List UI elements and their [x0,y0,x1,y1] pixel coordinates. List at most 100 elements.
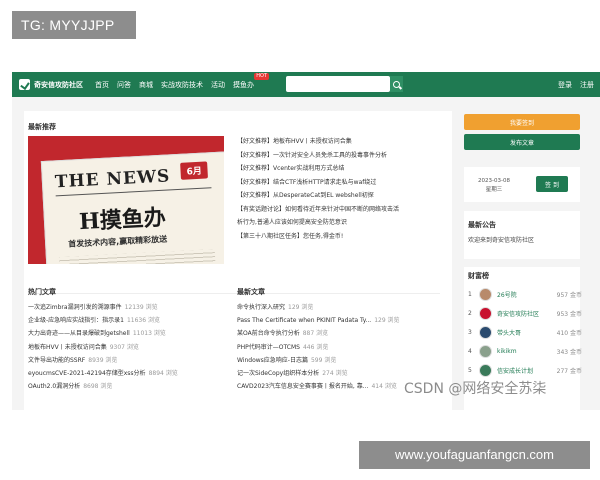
user-name[interactable]: 信安成长计划 [497,366,553,375]
recommend-item[interactable]: 【好文推荐】从DesperateCat到EL webshell初探 [237,189,437,203]
article-title: eyoucmsCVE-2021-42194存储型xss分析 [28,370,146,378]
rank-number: 5 [468,366,472,374]
hot-article-item[interactable]: OAuth2.0漏洞分析 8698 浏览 [28,380,228,393]
article-title: OAuth2.0漏洞分析 [28,383,81,391]
user-avatar[interactable] [479,363,492,377]
recommend-item[interactable]: 【好文推荐】一次针对安全人员免杀工具的投毒事件分析 [237,149,437,163]
new-article-item[interactable]: 某OA前台命令执行分析 887 浏览 [237,327,437,340]
right-sidebar: 我要签到 发布文章 2023-03-08 星期三 签 到 最新公告 欢迎来到奇安… [464,111,594,410]
hot-badge: HOT [254,72,269,80]
wealth-ranking-row[interactable]: 4 kikikm 343 金币 [468,342,582,360]
post-article-button[interactable]: 发布文章 [464,134,580,150]
auth-links: 登录 注册 [550,72,594,97]
recommend-item[interactable]: 【第三十八期社区任务】您任务,得金币! [237,230,437,244]
hot-articles-list: 一次追Zimbra漏洞引发的溯源事件 12139 浏览 企业级-应急响应实战指引：… [28,301,228,393]
view-count: 8939 浏览 [88,356,118,364]
checkin-button[interactable]: 签 到 [536,176,568,192]
user-name[interactable]: kikikm [497,348,553,355]
notice-card: 最新公告 欢迎来到奇安信攻防社区 [464,211,580,259]
logo-icon [19,79,30,90]
article-title: PHP代码审计—OTCMS [237,343,300,351]
user-avatar[interactable] [479,325,492,339]
view-count: 11013 浏览 [132,330,166,338]
rank-number: 2 [468,309,472,317]
view-count: 129 浏览 [374,317,400,325]
rank-number: 1 [468,290,472,298]
coin-count: 953 金币 [556,310,582,318]
recommend-item[interactable]: 【有奖话题讨论】如何看待近年来针对中国不断的网络攻击活 [237,203,437,217]
recommend-item[interactable]: 【好文推荐】地板布HVV丨未授权访问合集 [237,135,437,149]
user-name[interactable]: 带头大哥 [497,328,553,337]
nav-item-events[interactable]: 活动 [211,80,225,90]
user-avatar[interactable] [479,344,492,358]
user-avatar[interactable] [479,306,492,320]
wealth-ranking-row[interactable]: 5 信安成长计划 277 金币 [468,361,582,379]
notice-text[interactable]: 欢迎来到奇安信攻防社区 [468,235,534,244]
new-article-item[interactable]: Windows应急响应-日志篇 599 浏览 [237,354,437,367]
date-value: 2023-03-08 [478,178,510,184]
user-name[interactable]: 26号院 [497,290,553,299]
nav-item-home[interactable]: 首页 [95,80,109,90]
date-card: 2023-03-08 星期三 签 到 [464,167,580,202]
website-screenshot: 奇安信攻防社区 首页 问答 商城 实战攻防技术 活动 摸鱼办 HOT 登录 注册… [12,72,600,410]
register-link[interactable]: 注册 [580,80,594,90]
article-title: 命令执行深入研究 [237,304,286,311]
user-name[interactable]: 奇安信攻防社区 [497,309,553,318]
search-button[interactable] [390,76,403,92]
new-article-item[interactable]: PHP代码审计—OTCMS 446 浏览 [237,341,437,354]
wealth-ranking-row[interactable]: 1 26号院 957 金币 [468,285,582,303]
coin-count: 410 金币 [556,329,582,337]
website-url-label: www.youfaguanfangcn.com [359,441,590,469]
recommend-item[interactable]: 【好文推荐】Vcenter实战利用方式总结 [237,162,437,176]
view-count: 887 浏览 [302,330,329,338]
hot-article-item[interactable]: 文件导出功能的SSRF 8939 浏览 [28,354,228,367]
article-title: 文件导出功能的SSRF [28,356,86,364]
article-title: 某OA前台命令执行分析 [237,330,300,338]
nav-item-shop[interactable]: 商城 [139,80,153,90]
newspaper-issue: 6月 [180,161,209,180]
coin-count: 957 金币 [556,291,582,299]
main-content-card: 最新推荐 THE NEWS 6月 H摸鱼办 首发技术内容,赢取精彩放送 【好文推… [24,111,452,410]
new-articles-title: 最新文章 [237,288,265,296]
logo-text: 奇安信攻防社区 [34,80,83,89]
hot-article-item[interactable]: 一次追Zimbra漏洞引发的溯源事件 12139 浏览 [28,301,228,314]
view-count: 8698 浏览 [83,383,113,391]
view-count: 8894 浏览 [148,370,178,378]
user-avatar[interactable] [479,287,492,301]
wealth-ranking-title: 财富榜 [468,272,489,280]
notice-title: 最新公告 [468,221,496,229]
site-logo[interactable]: 奇安信攻防社区 [19,79,83,90]
recommend-list: 【好文推荐】地板布HVV丨未授权访问合集 【好文推荐】一次针对安全人员免杀工具的… [237,135,437,243]
rank-number: 3 [468,328,472,336]
wealth-ranking-row[interactable]: 2 奇安信攻防社区 953 金币 [468,304,582,322]
hot-article-item[interactable]: 地板布HVV丨未授权访问合集 9307 浏览 [28,341,228,354]
top-navigation-bar: 奇安信攻防社区 首页 问答 商城 实战攻防技术 活动 摸鱼办 HOT 登录 注册 [12,72,600,97]
nav-item-tech[interactable]: 实战攻防技术 [161,80,203,90]
latest-recommend-title: 最新推荐 [28,123,56,131]
sign-in-button[interactable]: 我要签到 [464,114,580,130]
hot-article-item[interactable]: eyoucmsCVE-2021-42194存储型xss分析 8894 浏览 [28,367,228,380]
wealth-ranking-row[interactable]: 3 带头大哥 410 金币 [468,323,582,341]
view-count: 12139 浏览 [124,304,158,311]
article-title: 企业级-应急响应实战指引：指示录1 [28,317,124,325]
hot-articles-title: 热门文章 [28,288,56,296]
search-icon [393,80,400,88]
view-count: 11636 浏览 [126,317,160,325]
recommend-item[interactable]: 析行为,普通人应该如何提高安全防范意识 [237,216,437,230]
hot-article-item[interactable]: 大力出奇迹——从目录爆破到getshell 11013 浏览 [28,327,228,340]
new-article-item[interactable]: 命令执行深入研究 129 浏览 [237,301,437,314]
hot-article-item[interactable]: 企业级-应急响应实战指引：指示录1 11636 浏览 [28,314,228,327]
nav-item-qa[interactable]: 问答 [117,80,131,90]
login-link[interactable]: 登录 [558,80,572,90]
nav-item-moyuban-label: 摸鱼办 [233,80,254,89]
rank-number: 4 [468,347,472,355]
weekday-value: 星期三 [485,187,503,193]
coin-count: 343 金币 [556,348,582,356]
feature-banner[interactable]: THE NEWS 6月 H摸鱼办 首发技术内容,赢取精彩放送 [28,136,224,264]
nav-item-moyuban[interactable]: 摸鱼办 HOT [233,72,269,90]
search-input[interactable] [286,76,390,92]
recommend-item[interactable]: 【好文推荐】结合CTF浅析HTTP请求走私与waf绕过 [237,176,437,190]
view-count: 9307 浏览 [109,343,139,351]
new-article-item[interactable]: Pass The Certificate when PKINIT Padata … [237,314,437,327]
article-title: 地板布HVV丨未授权访问合集 [28,343,107,351]
